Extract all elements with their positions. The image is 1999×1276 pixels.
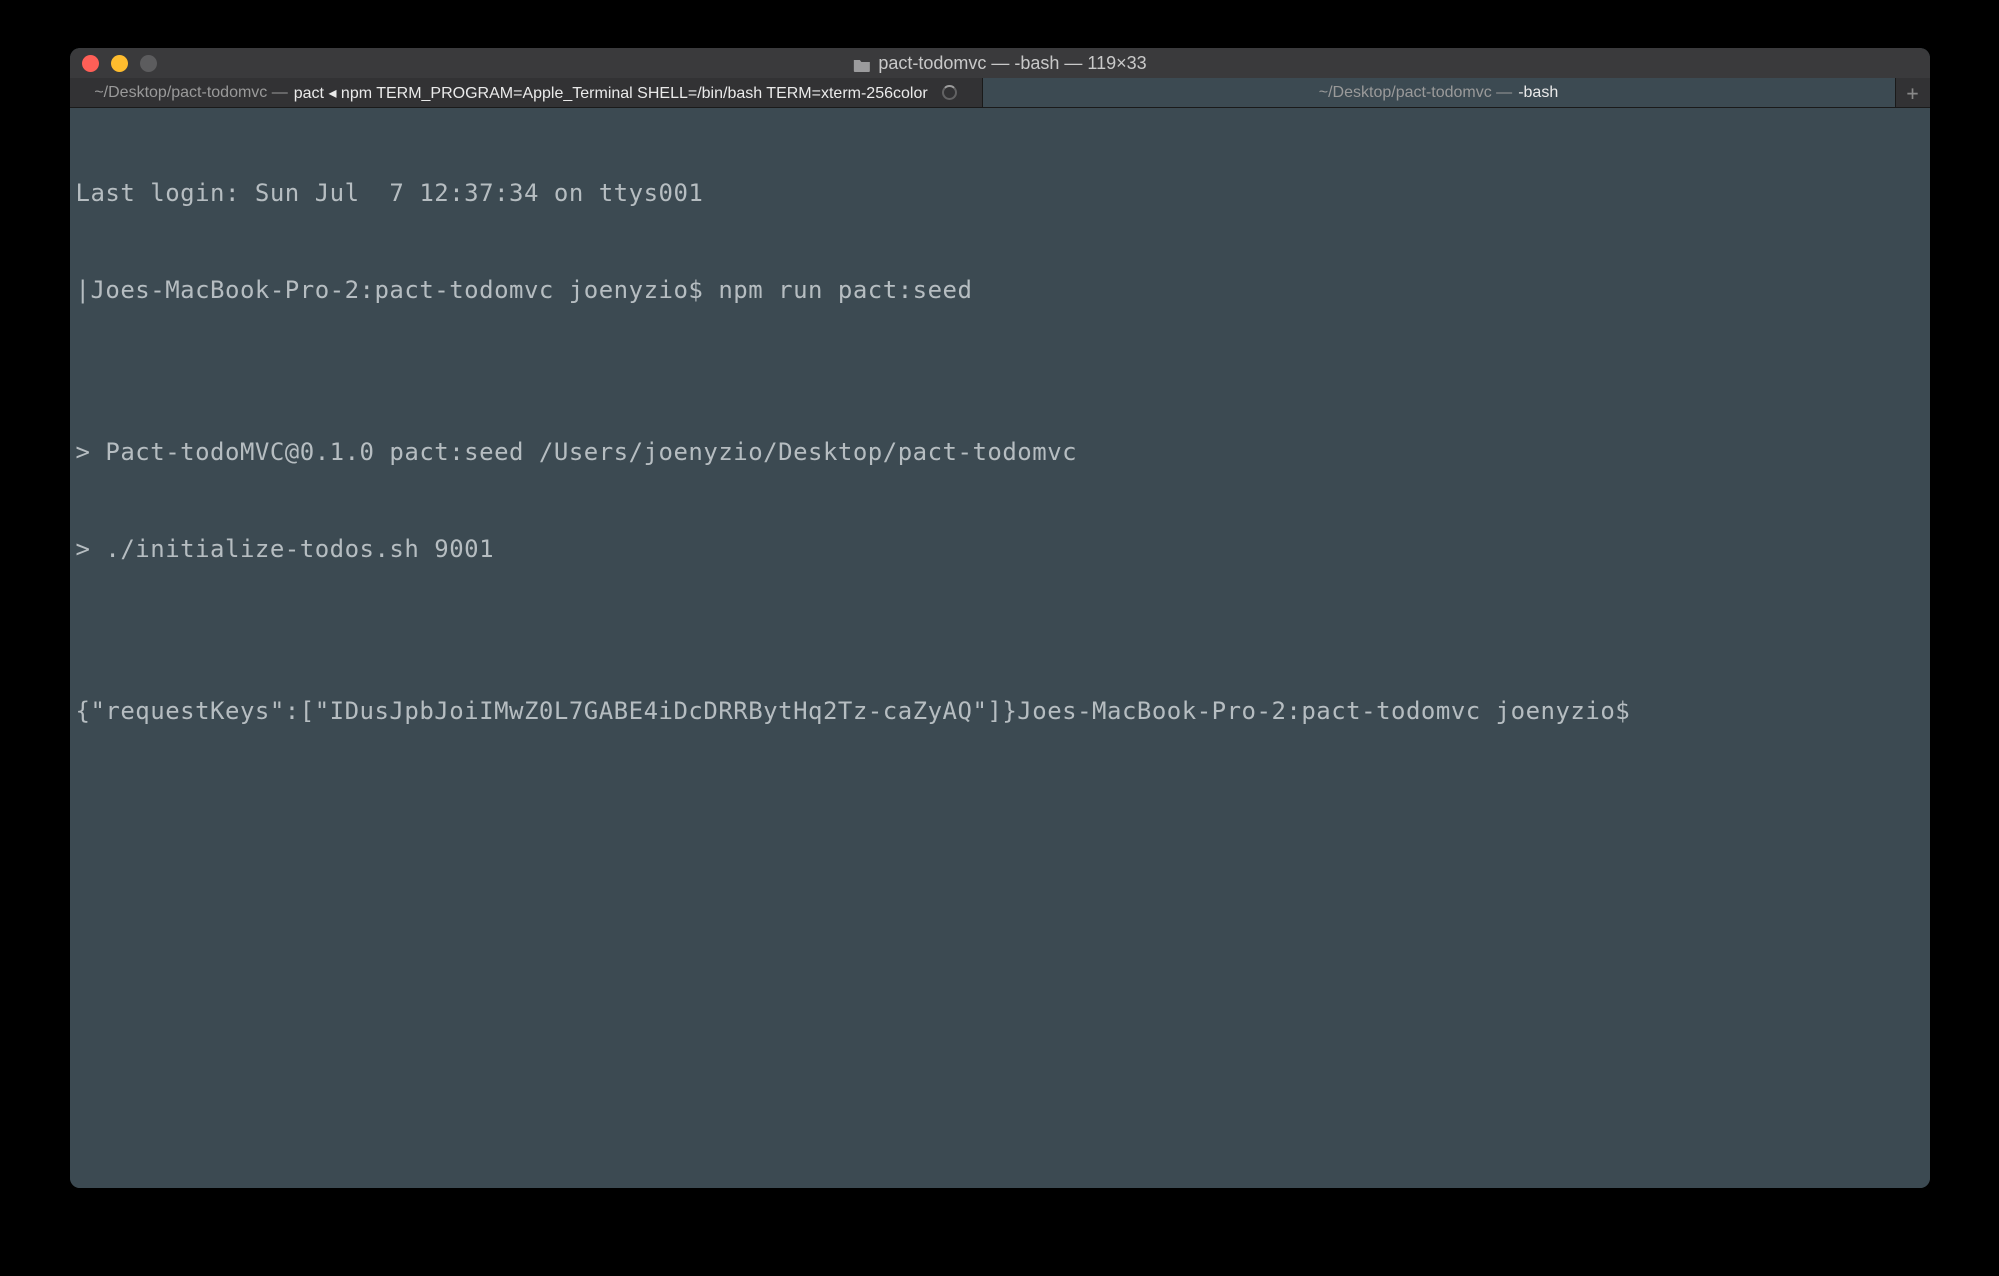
window-title: pact-todomvc — -bash — 119×33 bbox=[852, 53, 1146, 74]
terminal-line: > Pact-todoMVC@0.1.0 pact:seed /Users/jo… bbox=[76, 436, 1924, 468]
terminal-line: > ./initialize-todos.sh 9001 bbox=[76, 533, 1924, 565]
spinner-icon bbox=[942, 85, 957, 100]
new-tab-button[interactable]: + bbox=[1896, 78, 1930, 107]
terminal-line: |Joes-MacBook-Pro-2:pact-todomvc joenyzi… bbox=[76, 274, 1924, 306]
tab-path: ~/Desktop/pact-todomvc — bbox=[1319, 84, 1512, 102]
tab-bar: ~/Desktop/pact-todomvc — pact ◂ npm TERM… bbox=[70, 78, 1930, 108]
terminal-line: Last login: Sun Jul 7 12:37:34 on ttys00… bbox=[76, 177, 1924, 209]
minimize-icon[interactable] bbox=[111, 55, 128, 72]
tab-path: ~/Desktop/pact-todomvc — bbox=[94, 84, 287, 102]
traffic-lights bbox=[82, 55, 157, 72]
tab-process: -bash bbox=[1518, 84, 1558, 102]
tab-background-process[interactable]: ~/Desktop/pact-todomvc — pact ◂ npm TERM… bbox=[70, 78, 983, 107]
plus-icon: + bbox=[1906, 81, 1918, 105]
folder-icon bbox=[852, 56, 870, 70]
window-titlebar[interactable]: pact-todomvc — -bash — 119×33 bbox=[70, 48, 1930, 78]
maximize-icon[interactable] bbox=[140, 55, 157, 72]
terminal-line: {"requestKeys":["IDusJpbJoiIMwZ0L7GABE4i… bbox=[76, 695, 1924, 727]
tab-process: pact ◂ npm TERM_PROGRAM=Apple_Terminal S… bbox=[294, 83, 928, 103]
window-title-text: pact-todomvc — -bash — 119×33 bbox=[878, 53, 1146, 74]
terminal-window: pact-todomvc — -bash — 119×33 ~/Desktop/… bbox=[70, 48, 1930, 1188]
tab-bash[interactable]: ~/Desktop/pact-todomvc — -bash bbox=[983, 78, 1896, 107]
close-icon[interactable] bbox=[82, 55, 99, 72]
terminal-output[interactable]: Last login: Sun Jul 7 12:37:34 on ttys00… bbox=[70, 108, 1930, 1188]
